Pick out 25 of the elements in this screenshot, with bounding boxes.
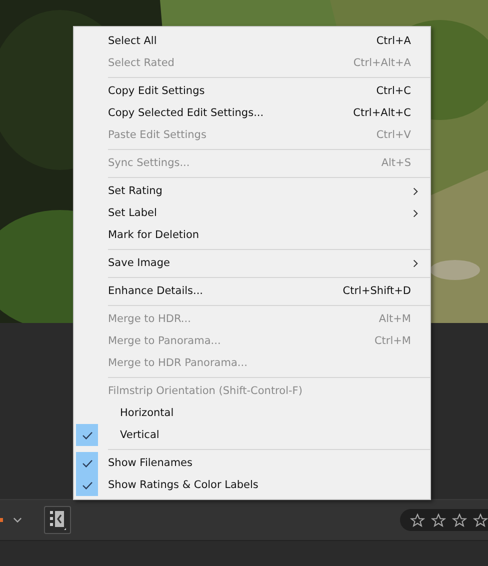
menu-item[interactable]: Show Filenames: [76, 452, 430, 474]
star-rating[interactable]: [400, 509, 488, 531]
menu-item[interactable]: Copy Selected Edit Settings... Ctrl+Alt+C: [76, 102, 430, 124]
menu-item[interactable]: Save Image: [76, 252, 430, 274]
star-icon[interactable]: [431, 512, 446, 528]
checkmark-icon: [76, 424, 98, 446]
menu-item[interactable]: Mark for Deletion: [76, 224, 430, 246]
filmstrip-toggle-button[interactable]: [44, 506, 71, 534]
menu-item[interactable]: Show Ratings & Color Labels: [76, 474, 430, 496]
star-icon[interactable]: [452, 512, 467, 528]
menu-item[interactable]: Set Rating: [76, 180, 430, 202]
menu-item[interactable]: Set Label: [76, 202, 430, 224]
checkmark-icon: [76, 452, 98, 474]
menu-item[interactable]: Copy Edit Settings Ctrl+C: [76, 80, 430, 102]
menu-item[interactable]: Select All Ctrl+A: [76, 30, 430, 52]
menu-section-header: Filmstrip Orientation (Shift-Control-F): [108, 385, 304, 397]
chevron-down-icon[interactable]: [13, 517, 22, 523]
menu-item[interactable]: Vertical: [76, 424, 430, 446]
checkmark-icon: [76, 474, 98, 496]
menu-item[interactable]: Horizontal: [76, 402, 430, 424]
star-icon[interactable]: [410, 512, 425, 528]
menu-item[interactable]: Enhance Details... Ctrl+Shift+D: [76, 280, 430, 302]
star-icon[interactable]: [473, 512, 488, 528]
color-indicator-icon: [0, 518, 3, 522]
filmstrip-icon: [48, 509, 66, 531]
